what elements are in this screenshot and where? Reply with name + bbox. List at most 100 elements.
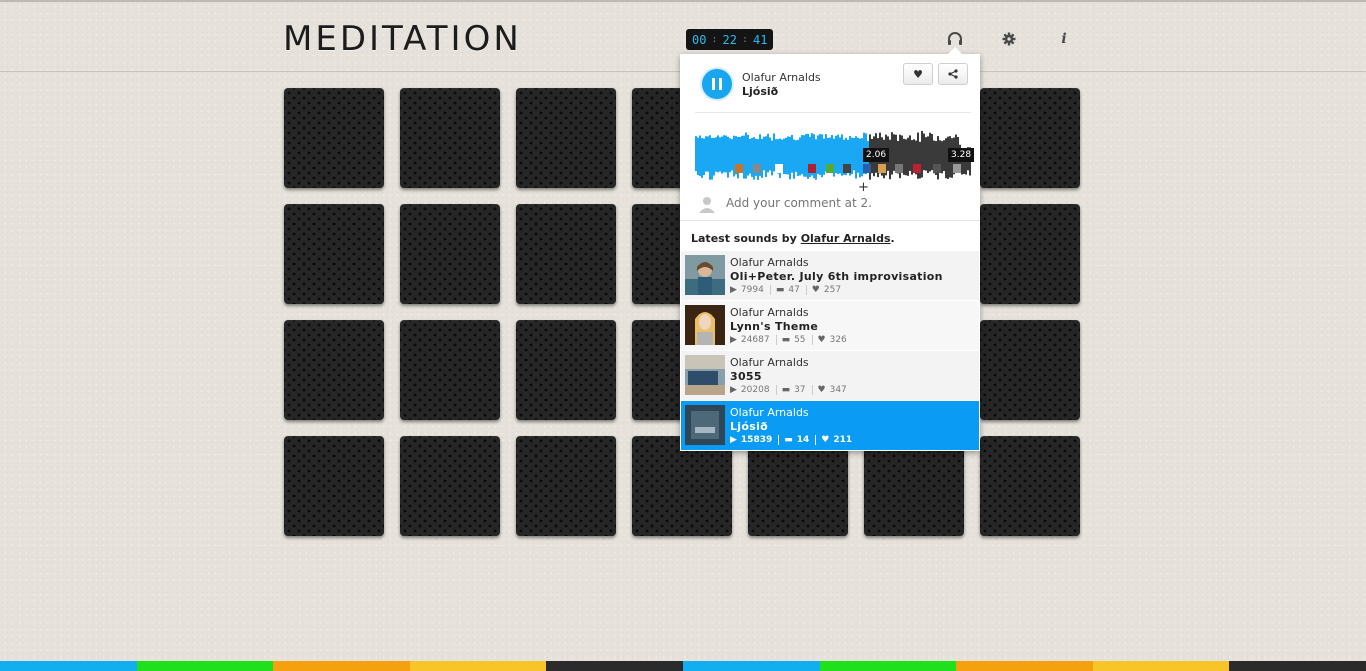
track-item-active[interactable]: Olafur Arnalds Ljósið ▶ 15839 ▬ 14 ♥ 211: [681, 401, 979, 451]
waveform-bar: [889, 139, 891, 180]
waveform-bar: [927, 136, 929, 173]
waveform-bar: [709, 135, 711, 180]
timer-separator: :: [711, 34, 718, 45]
comment-input[interactable]: [726, 196, 966, 210]
sound-tile[interactable]: [400, 204, 500, 304]
waveform-bar: [909, 135, 911, 171]
sound-tile[interactable]: [400, 88, 500, 188]
waveform-bar: [941, 141, 943, 174]
artist-link[interactable]: Olafur Arnalds: [801, 232, 891, 245]
waveform-bar: [695, 136, 697, 172]
sound-tile[interactable]: [980, 436, 1080, 536]
timer-hours: 00: [692, 32, 707, 47]
track-artist: Olafur Arnalds: [730, 406, 809, 419]
comment-count: 55: [794, 335, 806, 345]
waveform-bar: [815, 139, 817, 180]
waveform-bar: [787, 136, 789, 175]
waveform-bar: [923, 133, 925, 171]
sound-tile[interactable]: [284, 436, 384, 536]
color-stripe: [136, 661, 274, 671]
waveform-bar: [857, 137, 859, 173]
track-artwork: [685, 255, 725, 295]
info-icon[interactable]: i: [1053, 28, 1075, 50]
comment-avatar-marker: [863, 164, 871, 173]
sound-tile[interactable]: [980, 88, 1080, 188]
track-title: 3055: [730, 370, 762, 383]
track-item[interactable]: Olafur Arnalds Oli+Peter. July 6th impro…: [681, 251, 979, 301]
waveform-bar: [835, 135, 837, 174]
waveform-bar: [945, 138, 947, 179]
waveform-bar: [911, 140, 913, 175]
sound-tile[interactable]: [516, 204, 616, 304]
track-stats: ▶ 24687 ▬ 55 ♥ 326: [730, 335, 858, 345]
waveform-bar: [859, 138, 861, 178]
sound-tile[interactable]: [516, 88, 616, 188]
now-playing-artist[interactable]: Olafur Arnalds: [742, 71, 821, 84]
waveform-bar: [851, 137, 853, 175]
comment-avatar-marker: [753, 164, 761, 173]
comment-avatar-marker: [735, 164, 743, 173]
track-item[interactable]: Olafur Arnalds 3055 ▶ 20208 ▬ 37 ♥ 347: [681, 351, 979, 401]
waveform-bar: [773, 133, 775, 172]
waveform-bar: [903, 138, 905, 175]
sound-tile[interactable]: [400, 436, 500, 536]
like-count-icon: ♥: [821, 435, 830, 445]
sound-tile[interactable]: [284, 204, 384, 304]
like-count: 326: [829, 335, 847, 345]
waveform-bar: [771, 140, 773, 176]
sound-tile[interactable]: [748, 436, 848, 536]
play-count-icon: ▶: [730, 385, 737, 395]
waveform-bar: [747, 134, 749, 176]
waveform-bar: [929, 132, 931, 172]
waveform-bar: [769, 137, 771, 171]
track-stats: ▶ 15839 ▬ 14 ♥ 211: [730, 435, 863, 445]
sound-tile[interactable]: [284, 320, 384, 420]
track-artwork: [685, 305, 725, 345]
waveform-bar: [701, 138, 703, 178]
sound-tile[interactable]: [400, 320, 500, 420]
track-artist: Olafur Arnalds: [730, 356, 809, 369]
waveform-bar: [791, 135, 793, 173]
comment-avatar-marker: [775, 164, 783, 173]
play-count: 20208: [740, 385, 770, 395]
waveform-bar: [795, 140, 797, 172]
sound-tile[interactable]: [864, 436, 964, 536]
heart-icon: ♥: [913, 67, 923, 81]
waveform-bar: [921, 130, 923, 178]
pause-button[interactable]: [702, 69, 732, 99]
timer-seconds: 41: [752, 32, 768, 47]
track-item[interactable]: Olafur Arnalds Lynn's Theme ▶ 24687 ▬ 55 ♥…: [681, 301, 979, 351]
waveform-bar: [751, 137, 753, 177]
like-button[interactable]: ♥: [903, 63, 933, 85]
waveform-bar: [765, 136, 767, 177]
color-stripe: [1092, 661, 1230, 671]
waveform-graphic[interactable]: [695, 118, 971, 180]
comment-avatar-marker: [895, 164, 903, 173]
player-header: Olafur Arnalds Ljósið ♥: [680, 54, 980, 112]
now-playing-title[interactable]: Ljósið: [742, 85, 778, 98]
waveform-bar: [729, 138, 731, 173]
sound-tile[interactable]: [516, 436, 616, 536]
sound-tile[interactable]: [980, 320, 1080, 420]
waveform-bar: [745, 132, 747, 179]
sound-tile[interactable]: [980, 204, 1080, 304]
waveform[interactable]: 2.06 3.28: [695, 118, 975, 180]
comment-avatar-marker: [843, 164, 851, 173]
share-button[interactable]: [938, 63, 968, 85]
sound-tile[interactable]: [284, 88, 384, 188]
waveform-bar: [719, 137, 721, 172]
waveform-bar: [749, 138, 751, 174]
comment-count-icon: ▬: [781, 385, 791, 395]
waveform-bar: [805, 134, 807, 177]
sound-tile[interactable]: [632, 436, 732, 536]
waveform-bar: [907, 137, 909, 176]
waveform-bar: [733, 135, 735, 177]
comment-count-icon: ▬: [775, 285, 785, 295]
sound-tile[interactable]: [516, 320, 616, 420]
waveform-bar: [727, 136, 729, 178]
user-avatar-icon: [699, 197, 715, 213]
gear-icon[interactable]: [998, 28, 1020, 50]
waveform-bar: [707, 136, 709, 172]
comment-avatar-marker: [953, 164, 961, 173]
waveform-bar: [821, 134, 823, 178]
